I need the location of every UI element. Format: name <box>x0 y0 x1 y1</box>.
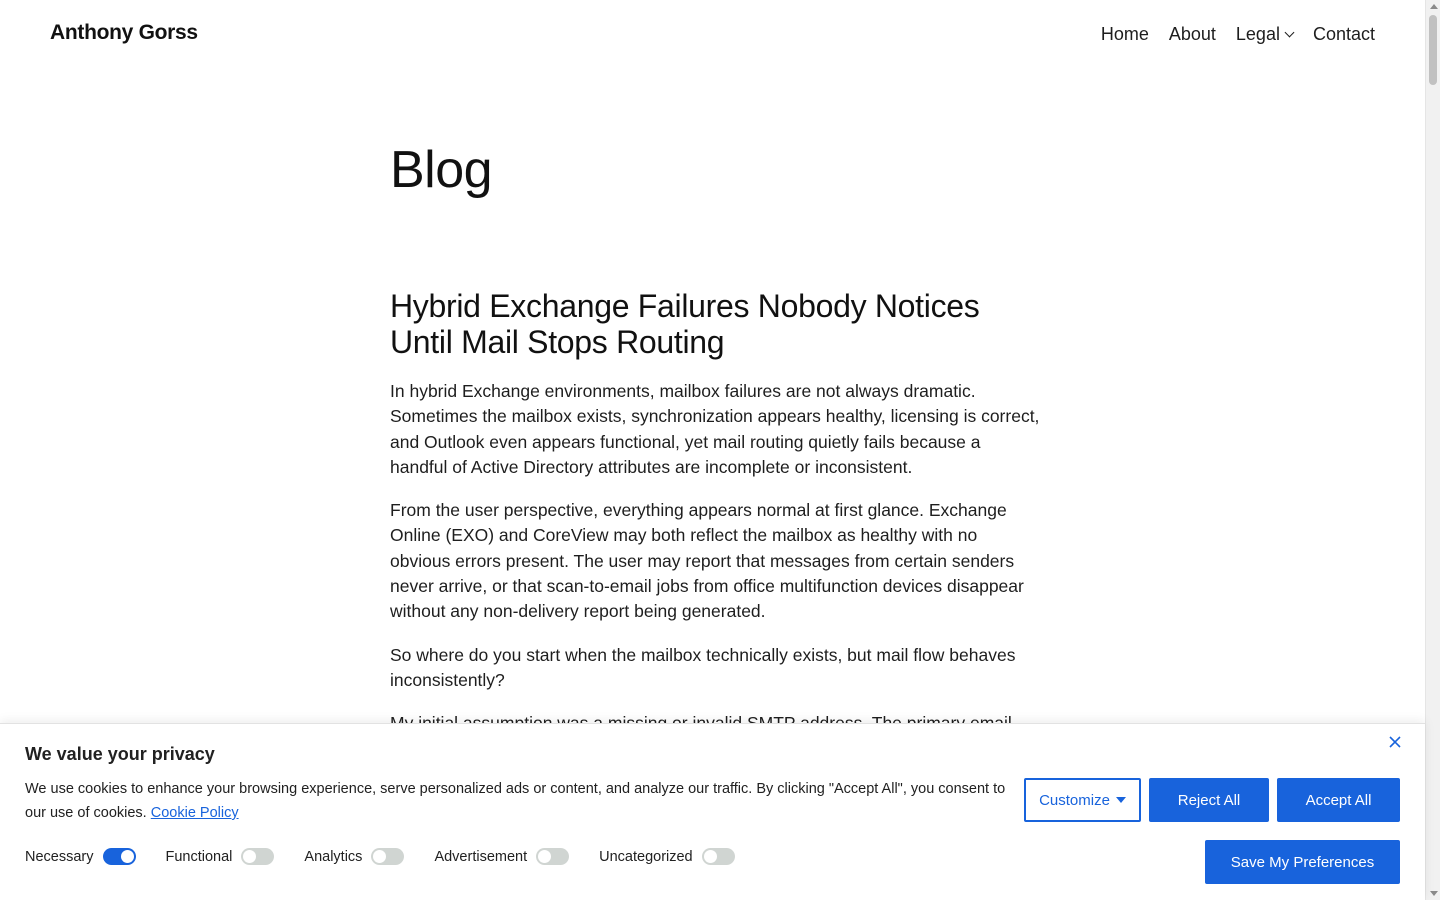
advertisement-switch[interactable] <box>536 848 570 865</box>
post-body: In hybrid Exchange environments, mailbox… <box>390 379 1040 737</box>
toggle-label: Advertisement <box>434 848 528 865</box>
scroll-down-arrow-icon[interactable] <box>1430 891 1438 896</box>
toggle-uncategorized: Uncategorized <box>599 848 735 865</box>
nav-about[interactable]: About <box>1169 24 1216 45</box>
main-nav: Home About Legal Contact <box>1101 24 1375 45</box>
necessary-switch[interactable] <box>102 848 136 865</box>
site-title-link[interactable]: Anthony Gorss <box>50 21 198 45</box>
reject-all-button[interactable]: Reject All <box>1149 778 1269 822</box>
switch-knob <box>538 850 552 863</box>
post-title[interactable]: Hybrid Exchange Failures Nobody Notices … <box>390 288 1040 360</box>
site-header: Anthony Gorss Home About Legal Contact <box>0 0 1425 72</box>
nav-about-label: About <box>1168 24 1216 44</box>
page-title: Blog <box>390 141 493 199</box>
page-scrollbar[interactable] <box>1425 0 1440 900</box>
nav-home[interactable]: Home <box>1101 24 1149 45</box>
toggle-analytics: Analytics <box>304 848 405 865</box>
caret-down-icon <box>1115 797 1126 803</box>
cookie-consent-banner: We value your privacy We use cookies to … <box>0 723 1425 900</box>
post-paragraph: From the user perspective, everything ap… <box>390 500 1024 622</box>
toggle-label: Necessary <box>25 848 94 865</box>
cookie-policy-link[interactable]: Cookie Policy <box>151 805 239 821</box>
nav-legal-label: Legal <box>1235 24 1280 44</box>
nav-legal[interactable]: Legal <box>1235 24 1295 45</box>
customize-button[interactable]: Customize <box>1024 778 1141 822</box>
toggle-necessary: Necessary <box>25 848 136 865</box>
toggle-label: Analytics <box>304 848 363 865</box>
toggle-label: Functional <box>165 848 233 865</box>
close-icon[interactable] <box>1385 734 1405 754</box>
scrollbar-thumb[interactable] <box>1429 15 1437 85</box>
customize-button-label: Customize <box>1039 791 1110 809</box>
main-content: Blog Hybrid Exchange Failures Nobody Not… <box>390 140 1040 737</box>
toggle-advertisement: Advertisement <box>434 848 570 865</box>
switch-knob <box>243 850 257 863</box>
analytics-switch[interactable] <box>371 848 405 865</box>
switch-knob <box>373 850 387 863</box>
nav-home-label: Home <box>1100 24 1149 44</box>
nav-contact-label: Contact <box>1312 24 1375 44</box>
switch-knob <box>703 850 717 863</box>
accept-all-button[interactable]: Accept All <box>1277 778 1400 822</box>
nav-contact[interactable]: Contact <box>1313 24 1375 45</box>
scroll-up-arrow-icon[interactable] <box>1430 4 1438 9</box>
post-paragraph: In hybrid Exchange environments, mailbox… <box>390 381 1040 477</box>
cookie-description: We use cookies to enhance your browsing … <box>25 777 1010 825</box>
toggle-label: Uncategorized <box>599 848 693 865</box>
save-preferences-button[interactable]: Save My Preferences <box>1205 840 1400 884</box>
cookie-title: We value your privacy <box>25 744 215 764</box>
blog-post: Hybrid Exchange Failures Nobody Notices … <box>390 288 1040 737</box>
toggle-functional: Functional <box>166 848 275 865</box>
close-icon-svg <box>1389 736 1401 748</box>
post-paragraph: So where do you start when the mailbox t… <box>390 644 1016 690</box>
functional-switch[interactable] <box>241 848 275 865</box>
chevron-down-icon <box>1284 27 1295 38</box>
uncategorized-switch[interactable] <box>701 848 735 865</box>
cookie-category-toggles: Necessary Functional Analytics Advertise… <box>25 848 765 865</box>
switch-knob <box>120 850 134 863</box>
